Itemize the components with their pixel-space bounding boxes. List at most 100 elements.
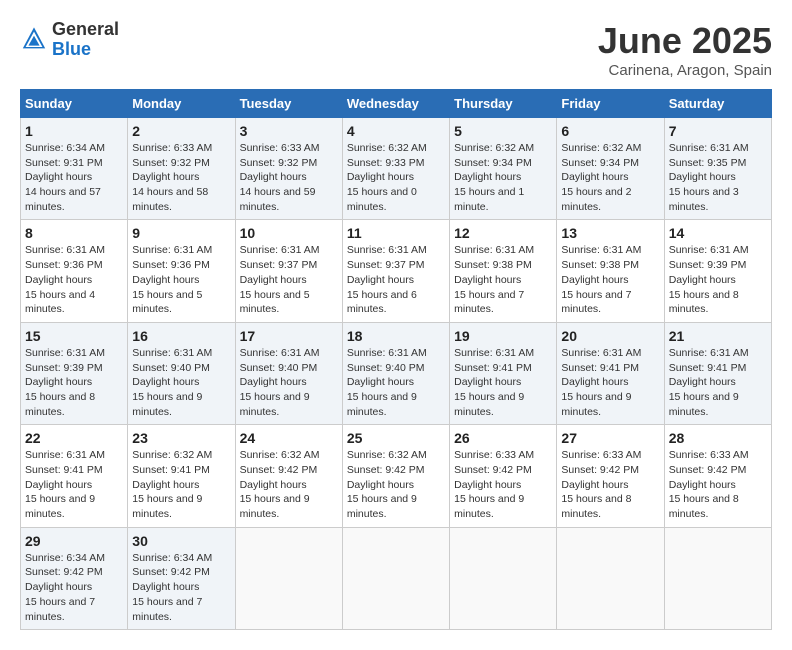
calendar-cell: 27 Sunrise: 6:33 AMSunset: 9:42 PMDayligh…	[557, 425, 664, 527]
day-info: Sunrise: 6:32 AMSunset: 9:41 PMDaylight …	[132, 448, 230, 521]
day-info: Sunrise: 6:33 AMSunset: 9:32 PMDaylight …	[132, 141, 230, 214]
weekday-header: Sunday	[21, 90, 128, 118]
day-number: 24	[240, 430, 338, 446]
day-info: Sunrise: 6:34 AMSunset: 9:31 PMDaylight …	[25, 141, 123, 214]
calendar-cell: 16 Sunrise: 6:31 AMSunset: 9:40 PMDayligh…	[128, 322, 235, 424]
day-number: 20	[561, 328, 659, 344]
day-number: 21	[669, 328, 767, 344]
day-number: 12	[454, 225, 552, 241]
logo-text: General Blue	[52, 20, 119, 60]
day-number: 3	[240, 123, 338, 139]
day-number: 25	[347, 430, 445, 446]
calendar-cell: 6 Sunrise: 6:32 AMSunset: 9:34 PMDaylight…	[557, 118, 664, 220]
calendar-week-row: 15 Sunrise: 6:31 AMSunset: 9:39 PMDayligh…	[21, 322, 772, 424]
day-number: 7	[669, 123, 767, 139]
day-number: 6	[561, 123, 659, 139]
day-info: Sunrise: 6:31 AMSunset: 9:38 PMDaylight …	[561, 243, 659, 316]
logo-icon	[20, 26, 48, 54]
calendar-cell: 24 Sunrise: 6:32 AMSunset: 9:42 PMDayligh…	[235, 425, 342, 527]
calendar-cell: 13Sunrise: 6:31 AMSunset: 9:38 PMDayligh…	[557, 220, 664, 322]
calendar-cell: 26 Sunrise: 6:33 AMSunset: 9:42 PMDayligh…	[450, 425, 557, 527]
day-info: Sunrise: 6:32 AMSunset: 9:33 PMDaylight …	[347, 141, 445, 214]
day-info: Sunrise: 6:31 AMSunset: 9:36 PMDaylight …	[132, 243, 230, 316]
calendar-cell: 25Sunrise: 6:32 AMSunset: 9:42 PMDayligh…	[342, 425, 449, 527]
calendar-cell: 23Sunrise: 6:32 AMSunset: 9:41 PMDayligh…	[128, 425, 235, 527]
calendar-cell: 14 Sunrise: 6:31 AMSunset: 9:39 PMDayligh…	[664, 220, 771, 322]
calendar-cell	[664, 527, 771, 629]
weekday-header: Tuesday	[235, 90, 342, 118]
day-number: 28	[669, 430, 767, 446]
day-number: 15	[25, 328, 123, 344]
day-number: 14	[669, 225, 767, 241]
calendar-cell: 3 Sunrise: 6:33 AMSunset: 9:32 PMDaylight…	[235, 118, 342, 220]
day-info: Sunrise: 6:33 AMSunset: 9:32 PMDaylight …	[240, 141, 338, 214]
title-area: June 2025 Carinena, Aragon, Spain	[598, 20, 772, 79]
calendar-week-row: 22 Sunrise: 6:31 AMSunset: 9:41 PMDayligh…	[21, 425, 772, 527]
logo-general: General	[52, 20, 119, 40]
calendar-cell: 28Sunrise: 6:33 AMSunset: 9:42 PMDayligh…	[664, 425, 771, 527]
day-number: 1	[25, 123, 123, 139]
calendar-cell: 29 Sunrise: 6:34 AMSunset: 9:42 PMDayligh…	[21, 527, 128, 629]
weekday-header: Friday	[557, 90, 664, 118]
day-number: 26	[454, 430, 552, 446]
calendar-cell: 18 Sunrise: 6:31 AMSunset: 9:40 PMDayligh…	[342, 322, 449, 424]
day-info: Sunrise: 6:34 AMSunset: 9:42 PMDaylight …	[132, 551, 230, 624]
weekday-row: SundayMondayTuesdayWednesdayThursdayFrid…	[21, 90, 772, 118]
day-number: 5	[454, 123, 552, 139]
calendar-cell	[342, 527, 449, 629]
day-info: Sunrise: 6:34 AMSunset: 9:42 PMDaylight …	[25, 551, 123, 624]
day-info: Sunrise: 6:31 AMSunset: 9:35 PMDaylight …	[669, 141, 767, 214]
calendar-cell: 19 Sunrise: 6:31 AMSunset: 9:41 PMDayligh…	[450, 322, 557, 424]
calendar-cell: 8 Sunrise: 6:31 AMSunset: 9:36 PMDaylight…	[21, 220, 128, 322]
day-number: 19	[454, 328, 552, 344]
calendar-cell: 10Sunrise: 6:31 AMSunset: 9:37 PMDayligh…	[235, 220, 342, 322]
calendar-cell	[557, 527, 664, 629]
calendar-cell: 7 Sunrise: 6:31 AMSunset: 9:35 PMDaylight…	[664, 118, 771, 220]
calendar-cell: 30 Sunrise: 6:34 AMSunset: 9:42 PMDayligh…	[128, 527, 235, 629]
day-info: Sunrise: 6:32 AMSunset: 9:42 PMDaylight …	[240, 448, 338, 521]
day-info: Sunrise: 6:31 AMSunset: 9:39 PMDaylight …	[669, 243, 767, 316]
day-info: Sunrise: 6:31 AMSunset: 9:40 PMDaylight …	[347, 346, 445, 419]
day-number: 30	[132, 533, 230, 549]
calendar-week-row: 8 Sunrise: 6:31 AMSunset: 9:36 PMDaylight…	[21, 220, 772, 322]
day-info: Sunrise: 6:32 AMSunset: 9:34 PMDaylight …	[454, 141, 552, 214]
day-number: 18	[347, 328, 445, 344]
calendar-cell: 9 Sunrise: 6:31 AMSunset: 9:36 PMDaylight…	[128, 220, 235, 322]
day-info: Sunrise: 6:32 AMSunset: 9:34 PMDaylight …	[561, 141, 659, 214]
logo: General Blue	[20, 20, 119, 60]
day-number: 29	[25, 533, 123, 549]
day-info: Sunrise: 6:33 AMSunset: 9:42 PMDaylight …	[454, 448, 552, 521]
day-info: Sunrise: 6:31 AMSunset: 9:36 PMDaylight …	[25, 243, 123, 316]
day-info: Sunrise: 6:31 AMSunset: 9:41 PMDaylight …	[669, 346, 767, 419]
day-number: 17	[240, 328, 338, 344]
day-number: 2	[132, 123, 230, 139]
day-number: 16	[132, 328, 230, 344]
day-info: Sunrise: 6:31 AMSunset: 9:39 PMDaylight …	[25, 346, 123, 419]
day-number: 8	[25, 225, 123, 241]
day-info: Sunrise: 6:31 AMSunset: 9:38 PMDaylight …	[454, 243, 552, 316]
logo-blue: Blue	[52, 40, 119, 60]
calendar-cell: 4 Sunrise: 6:32 AMSunset: 9:33 PMDaylight…	[342, 118, 449, 220]
day-number: 4	[347, 123, 445, 139]
day-info: Sunrise: 6:33 AMSunset: 9:42 PMDaylight …	[561, 448, 659, 521]
day-info: Sunrise: 6:31 AMSunset: 9:41 PMDaylight …	[25, 448, 123, 521]
month-title: June 2025	[598, 20, 772, 62]
day-number: 22	[25, 430, 123, 446]
calendar-cell: 20Sunrise: 6:31 AMSunset: 9:41 PMDayligh…	[557, 322, 664, 424]
day-info: Sunrise: 6:31 AMSunset: 9:40 PMDaylight …	[132, 346, 230, 419]
calendar-cell: 12 Sunrise: 6:31 AMSunset: 9:38 PMDayligh…	[450, 220, 557, 322]
weekday-header: Thursday	[450, 90, 557, 118]
day-number: 11	[347, 225, 445, 241]
day-info: Sunrise: 6:31 AMSunset: 9:41 PMDaylight …	[454, 346, 552, 419]
day-number: 10	[240, 225, 338, 241]
page-header: General Blue June 2025 Carinena, Aragon,…	[20, 20, 772, 79]
day-info: Sunrise: 6:31 AMSunset: 9:37 PMDaylight …	[347, 243, 445, 316]
calendar-cell	[450, 527, 557, 629]
calendar-cell: 22 Sunrise: 6:31 AMSunset: 9:41 PMDayligh…	[21, 425, 128, 527]
day-number: 27	[561, 430, 659, 446]
weekday-header: Monday	[128, 90, 235, 118]
day-number: 9	[132, 225, 230, 241]
calendar-cell: 2 Sunrise: 6:33 AMSunset: 9:32 PMDaylight…	[128, 118, 235, 220]
calendar-cell: 5 Sunrise: 6:32 AMSunset: 9:34 PMDaylight…	[450, 118, 557, 220]
calendar-cell: 21 Sunrise: 6:31 AMSunset: 9:41 PMDayligh…	[664, 322, 771, 424]
